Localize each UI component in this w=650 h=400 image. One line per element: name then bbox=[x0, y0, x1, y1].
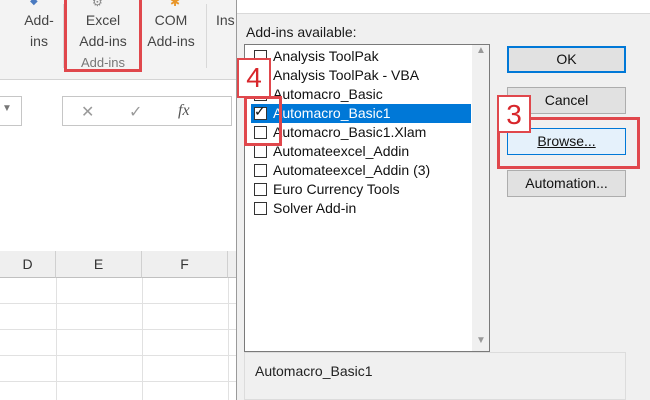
automation-button[interactable]: Automation... bbox=[507, 170, 626, 197]
list-item-automateexcel-addin-3[interactable]: Automateexcel_Addin (3) bbox=[251, 161, 471, 180]
grid-line bbox=[0, 355, 245, 356]
list-item-label: Automateexcel_Addin (3) bbox=[273, 162, 431, 178]
grid-line bbox=[228, 278, 229, 400]
list-item-label: Analysis ToolPak - VBA bbox=[273, 67, 420, 83]
addins-label-line1: Add- bbox=[24, 12, 54, 28]
checkbox-highlight bbox=[244, 96, 282, 146]
grid-line bbox=[0, 381, 245, 382]
list-item-automacro-basic[interactable]: Automacro_Basic bbox=[251, 85, 471, 104]
list-item-label: Solver Add-in bbox=[273, 200, 357, 216]
checkbox[interactable] bbox=[254, 145, 267, 158]
list-item-euro-currency-tools[interactable]: Euro Currency Tools bbox=[251, 180, 471, 199]
list-item-label: Automacro_Basic1 bbox=[273, 105, 391, 121]
list-item-solver-addin[interactable]: Solver Add-in bbox=[251, 199, 471, 218]
column-header-e[interactable]: E bbox=[56, 251, 142, 278]
list-item-analysis-toolpak-vba[interactable]: Analysis ToolPak - VBA bbox=[251, 66, 471, 85]
enter-icon[interactable]: ✓ bbox=[129, 102, 142, 122]
scroll-up-icon[interactable]: ▲ bbox=[476, 45, 486, 56]
grid-line bbox=[56, 278, 57, 400]
grid-line bbox=[0, 329, 245, 330]
listbox-scrollbar[interactable]: ▲ ▼ bbox=[472, 45, 489, 351]
grid-line bbox=[142, 278, 143, 400]
scroll-down-icon[interactable]: ▼ bbox=[476, 335, 486, 346]
addins-available-label: Add-ins available: bbox=[246, 24, 357, 40]
list-item-automacro-basic1-xlam[interactable]: Automacro_Basic1.Xlam bbox=[251, 123, 471, 142]
list-item-automateexcel-addin[interactable]: Automateexcel_Addin bbox=[251, 142, 471, 161]
addins-button[interactable]: Add- ins bbox=[20, 10, 58, 52]
list-item-automacro-basic1[interactable]: ✓ Automacro_Basic1 bbox=[251, 104, 471, 123]
fx-icon[interactable]: fx bbox=[178, 102, 190, 120]
partial-icon: ◆ bbox=[30, 0, 38, 7]
list-item-label: Analysis ToolPak bbox=[273, 48, 379, 64]
description-title: Automacro_Basic1 bbox=[252, 363, 376, 379]
list-item-label: Automacro_Basic1.Xlam bbox=[273, 124, 427, 140]
com-addins-label-line1: COM bbox=[154, 12, 188, 28]
checkbox[interactable] bbox=[254, 164, 267, 177]
column-header-d[interactable]: D bbox=[0, 251, 56, 278]
cancel-icon[interactable]: ✕ bbox=[81, 102, 94, 122]
ok-button[interactable]: OK bbox=[507, 46, 626, 73]
addins-listbox[interactable]: Analysis ToolPak Analysis ToolPak - VBA … bbox=[244, 44, 490, 352]
checkbox[interactable] bbox=[254, 202, 267, 215]
column-header-f[interactable]: F bbox=[142, 251, 228, 278]
grid-line bbox=[0, 303, 245, 304]
step-3-callout: 3 bbox=[497, 95, 531, 133]
namebox-dropdown-icon[interactable]: ▼ bbox=[2, 103, 12, 114]
excel-addins-highlight bbox=[64, 0, 142, 72]
step-4-callout: 4 bbox=[237, 58, 271, 98]
list-item-label: Euro Currency Tools bbox=[273, 181, 400, 197]
checkbox[interactable] bbox=[254, 183, 267, 196]
dialog-title-bar bbox=[237, 0, 650, 14]
list-item-analysis-toolpak[interactable]: Analysis ToolPak bbox=[251, 47, 471, 66]
com-addins-label-line2: Add-ins bbox=[147, 33, 195, 49]
formula-buttons: ✕ ✓ fx bbox=[62, 96, 232, 126]
ribbon-separator bbox=[206, 4, 207, 68]
addins-label-line2: ins bbox=[30, 33, 48, 49]
list-item-label: Automacro_Basic bbox=[273, 86, 383, 102]
com-addins-icon: ✱ bbox=[170, 0, 181, 9]
com-addins-button[interactable]: COM Add-ins bbox=[140, 10, 202, 52]
list-item-label: Automateexcel_Addin bbox=[273, 143, 410, 159]
